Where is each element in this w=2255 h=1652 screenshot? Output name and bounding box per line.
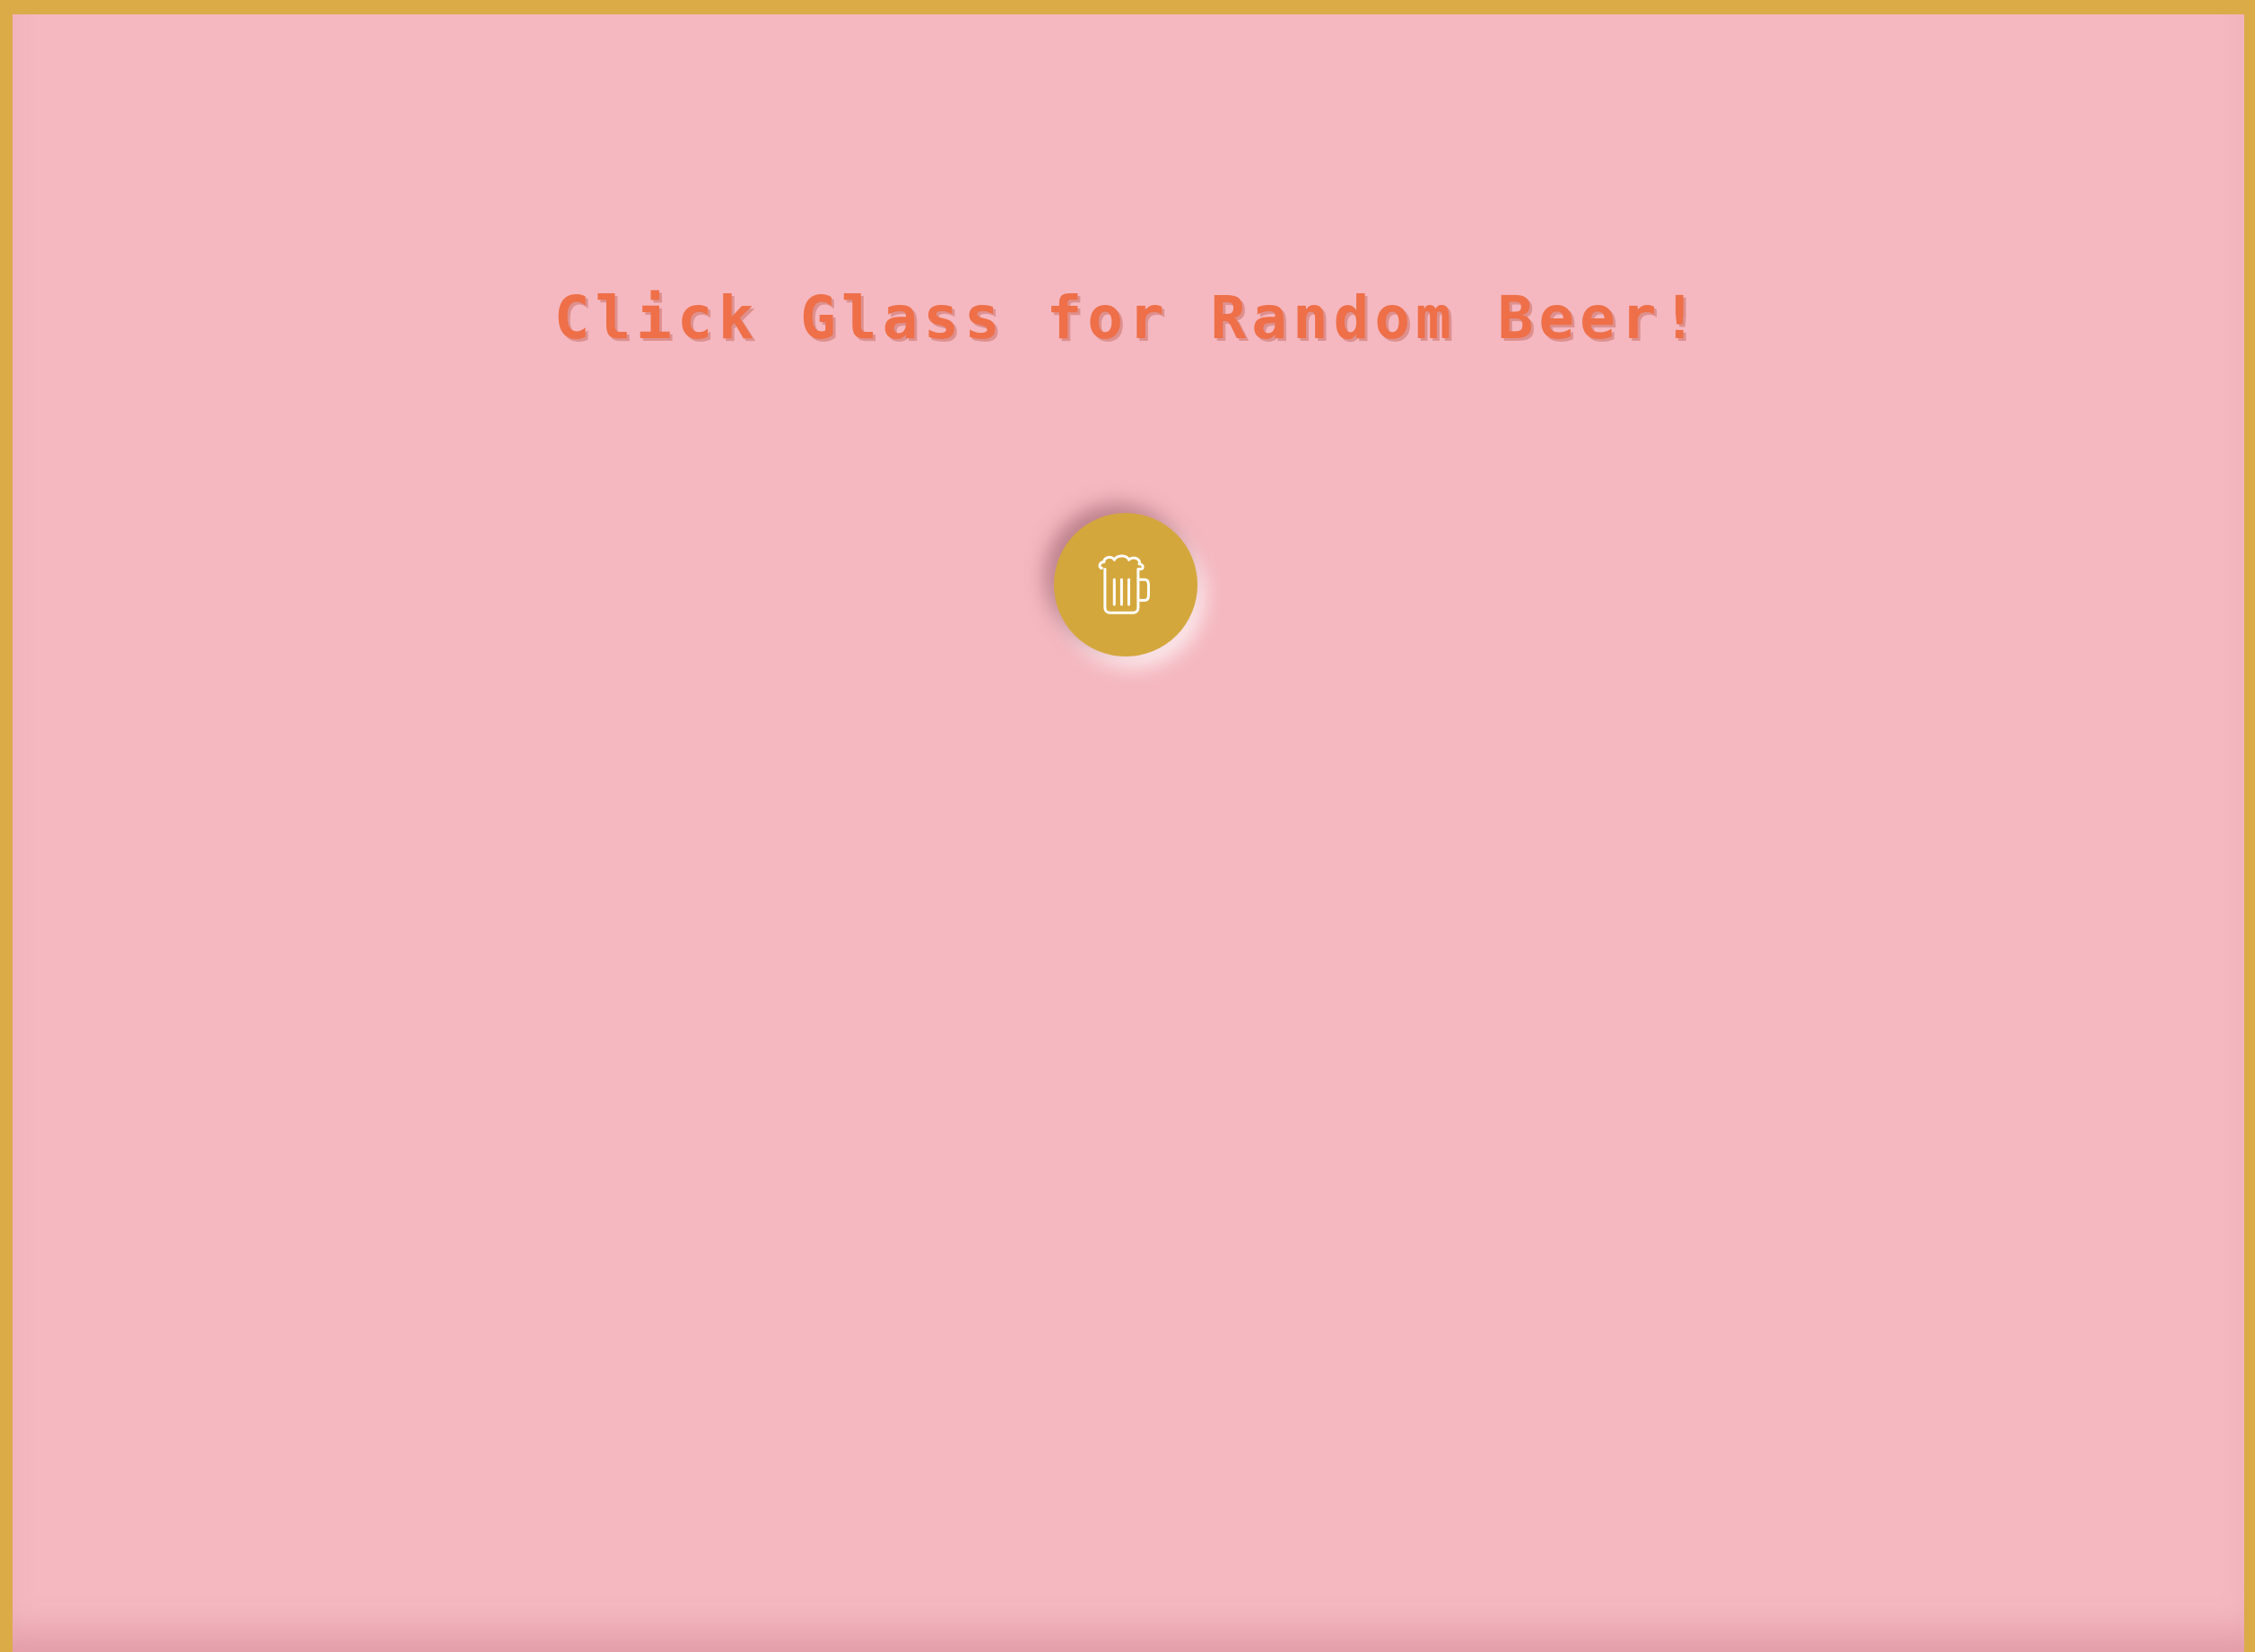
beer-mug-icon <box>1098 554 1150 614</box>
page-title: Click Glass for Random Beer! <box>553 283 1703 352</box>
main-panel: Click Glass for Random Beer! <box>13 14 2244 1652</box>
random-beer-button[interactable] <box>1054 513 1197 656</box>
page-frame: Click Glass for Random Beer! <box>0 0 2255 1652</box>
